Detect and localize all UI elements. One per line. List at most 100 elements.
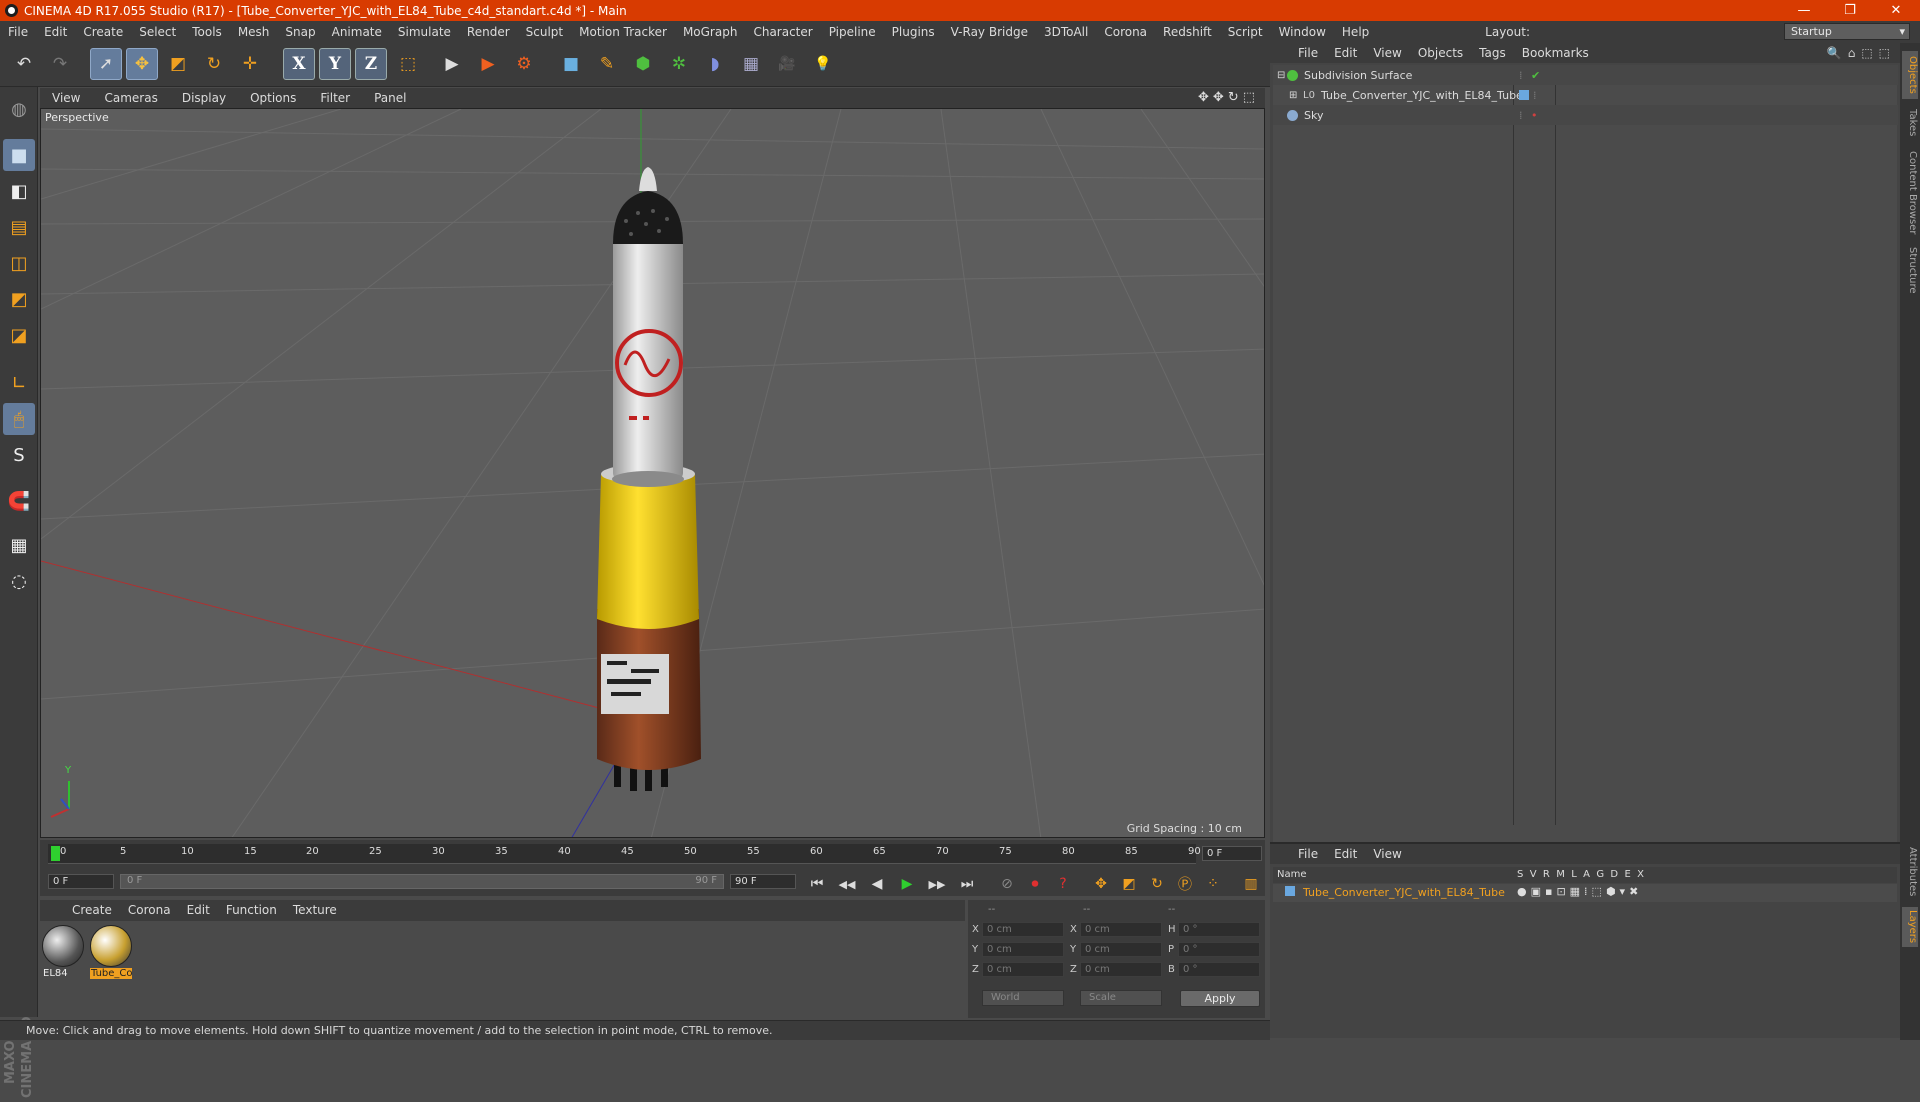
axis-mode-icon[interactable]: ∟ <box>3 367 35 399</box>
enabled-check-icon[interactable]: ✔ <box>1531 69 1540 82</box>
redo-icon[interactable]: ↷ <box>44 48 76 80</box>
material-menu-function[interactable]: Function <box>218 903 285 917</box>
size-z-field[interactable]: 0 cm <box>1080 962 1162 977</box>
coordinate-system-icon[interactable]: ⬚ <box>392 48 424 80</box>
texture-mode-icon[interactable]: ◧ <box>3 175 35 207</box>
menu-redshift[interactable]: Redshift <box>1155 25 1220 39</box>
make-editable-icon[interactable]: ◍ <box>3 93 35 125</box>
material-tube-converter[interactable]: Tube_Co <box>90 925 132 985</box>
viewport-menu-display[interactable]: Display <box>170 91 238 105</box>
menu-motion-tracker[interactable]: Motion Tracker <box>571 25 675 39</box>
rotation-h-field[interactable]: 0 ° <box>1178 922 1260 937</box>
close-button[interactable]: ✕ <box>1873 0 1919 21</box>
minimize-button[interactable]: — <box>1781 0 1827 21</box>
material-menu-corona[interactable]: Corona <box>120 903 179 917</box>
tab-attributes[interactable]: Attributes <box>1902 843 1918 901</box>
disabled-dot-icon[interactable]: • <box>1531 109 1538 122</box>
visibility-dots-icon[interactable]: ⁞ <box>1533 89 1537 102</box>
restore-button[interactable]: ❐ <box>1827 0 1873 21</box>
add-tool-icon[interactable]: ✛ <box>234 48 266 80</box>
layers-menu-view[interactable]: View <box>1365 847 1409 861</box>
menu-snap[interactable]: Snap <box>277 25 323 39</box>
material-menu-texture[interactable]: Texture <box>285 903 345 917</box>
size-x-field[interactable]: 0 cm <box>1080 922 1162 937</box>
pen-spline-icon[interactable]: ✎ <box>591 48 623 80</box>
menu-pipeline[interactable]: Pipeline <box>821 25 884 39</box>
key-parameter-icon[interactable]: Ⓟ <box>1174 874 1196 894</box>
key-rotation-icon[interactable]: ↻ <box>1146 874 1168 894</box>
layer-toggle-icons[interactable]: ●▣▪⊡▦⁞⬚⬢▾✖ <box>1517 885 1642 898</box>
menu-script[interactable]: Script <box>1220 25 1271 39</box>
undo-icon[interactable]: ↶ <box>8 48 40 80</box>
edges-mode-icon[interactable]: ◩ <box>3 283 35 315</box>
menu-window[interactable]: Window <box>1271 25 1334 39</box>
viewport-navigation-icons[interactable]: ✥✥↻⬚ <box>1198 90 1259 105</box>
menu-simulate[interactable]: Simulate <box>390 25 459 39</box>
y-axis-lock-button[interactable]: Y <box>319 48 351 80</box>
rotation-b-field[interactable]: 0 ° <box>1178 962 1260 977</box>
previous-frame-icon[interactable]: ◀ <box>866 874 888 894</box>
select-tool-icon[interactable]: ➚ <box>90 48 122 80</box>
play-icon[interactable]: ▶ <box>896 874 918 894</box>
position-z-field[interactable]: 0 cm <box>982 962 1064 977</box>
menu-tools[interactable]: Tools <box>184 25 230 39</box>
frame-range-slider[interactable]: 0 F 90 F <box>120 874 724 889</box>
workplane-icon[interactable]: ▤ <box>3 211 35 243</box>
menu-character[interactable]: Character <box>745 25 820 39</box>
material-menu-create[interactable]: Create <box>64 903 120 917</box>
tab-objects[interactable]: Objects <box>1902 51 1918 99</box>
objects-menu-view[interactable]: View <box>1365 46 1409 60</box>
layer-name[interactable]: Tube_Converter_YJC_with_EL84_Tube <box>1303 886 1505 899</box>
transform-mode-dropdown[interactable]: Scale <box>1080 990 1162 1006</box>
size-y-field[interactable]: 0 cm <box>1080 942 1162 957</box>
autokey-icon[interactable]: ⏺ <box>1024 874 1046 894</box>
key-pla-icon[interactable]: ⁘ <box>1202 874 1224 894</box>
floor-icon[interactable]: ▦ <box>735 48 767 80</box>
magnet-icon[interactable]: 🧲 <box>3 485 35 517</box>
coordinate-mode-dropdown[interactable]: World <box>982 990 1064 1006</box>
menu-plugins[interactable]: Plugins <box>884 25 943 39</box>
cube-object-icon[interactable]: ■ <box>555 48 587 80</box>
rotation-p-field[interactable]: 0 ° <box>1178 942 1260 957</box>
menu-help[interactable]: Help <box>1334 25 1377 39</box>
array-icon[interactable]: ✲ <box>663 48 695 80</box>
key-scale-icon[interactable]: ◩ <box>1118 874 1140 894</box>
start-frame-field[interactable]: 0 F <box>48 874 114 889</box>
next-frame-icon[interactable]: ▶▶ <box>926 874 948 894</box>
menu-render[interactable]: Render <box>459 25 518 39</box>
object-row-tube-converter[interactable]: ⊞ L0 Tube_Converter_YJC_with_EL84_Tube ⁞ <box>1273 85 1898 105</box>
layers-menu-file[interactable]: File <box>1290 847 1326 861</box>
menu-mesh[interactable]: Mesh <box>230 25 278 39</box>
position-y-field[interactable]: 0 cm <box>982 942 1064 957</box>
tab-content-browser[interactable]: Content Browser <box>1902 147 1918 239</box>
tweak-mode-icon[interactable]: 🖱 <box>3 403 35 435</box>
object-row-sky[interactable]: Sky ⁞ • <box>1273 105 1898 125</box>
goto-end-icon[interactable]: ⏭ <box>956 874 978 894</box>
render-view-icon[interactable]: ▶ <box>436 48 468 80</box>
visibility-dots-icon[interactable]: ⁞ <box>1519 109 1523 122</box>
timeline-window-icon[interactable]: ▥ <box>1240 874 1262 894</box>
material-el84[interactable]: EL84 <box>42 925 84 985</box>
move-tool-icon[interactable]: ✥ <box>126 48 158 80</box>
perspective-viewport[interactable]: Perspective Y Grid Spacing : 10 cm <box>40 108 1265 838</box>
menu-corona[interactable]: Corona <box>1096 25 1155 39</box>
layers-menu-edit[interactable]: Edit <box>1326 847 1365 861</box>
layout-dropdown[interactable]: Startup ▾ <box>1784 23 1910 40</box>
menu-animate[interactable]: Animate <box>324 25 390 39</box>
menu-select[interactable]: Select <box>131 25 184 39</box>
polygons-mode-icon[interactable]: ◪ <box>3 319 35 351</box>
layer-row[interactable]: Tube_Converter_YJC_with_EL84_Tube ●▣▪⊡▦⁞… <box>1273 884 1897 902</box>
menu-sculpt[interactable]: Sculpt <box>518 25 571 39</box>
tube-model[interactable] <box>597 167 701 791</box>
workplane-lock-icon[interactable]: ▦ <box>3 529 35 561</box>
objects-menu-file[interactable]: File <box>1290 46 1326 60</box>
model-mode-icon[interactable]: ■ <box>3 139 35 171</box>
current-frame-field[interactable]: 0 F <box>1202 846 1262 861</box>
objects-menu-tags[interactable]: Tags <box>1471 46 1514 60</box>
previous-key-icon[interactable]: ◀◀ <box>836 874 858 894</box>
z-axis-lock-button[interactable]: Z <box>355 48 387 80</box>
deformer-icon[interactable]: ◗ <box>699 48 731 80</box>
viewport-menu-panel[interactable]: Panel <box>362 91 418 105</box>
camera-icon[interactable]: 🎥 <box>771 48 803 80</box>
menu-file[interactable]: File <box>0 25 36 39</box>
